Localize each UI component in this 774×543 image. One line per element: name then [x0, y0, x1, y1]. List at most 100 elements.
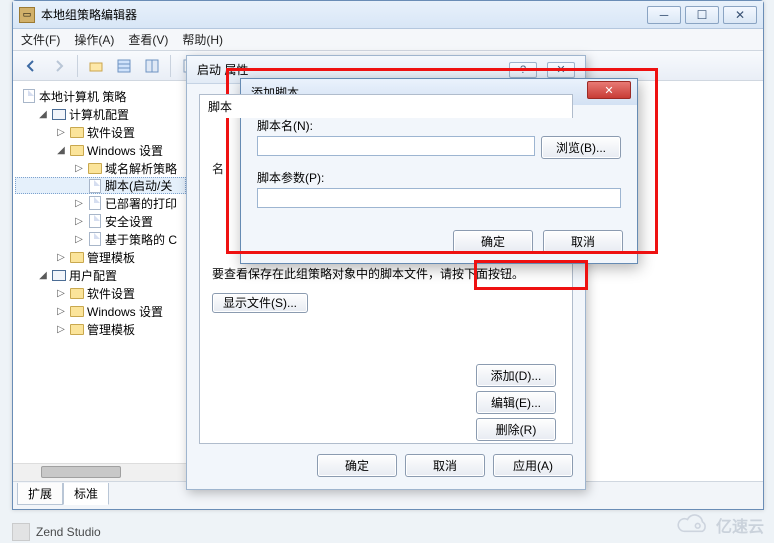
tab-extended[interactable]: 扩展	[17, 483, 63, 505]
menubar: 文件(F) 操作(A) 查看(V) 帮助(H)	[13, 29, 763, 51]
app-icon: ▭	[19, 7, 35, 23]
taskbar-label: Zend Studio	[36, 525, 101, 539]
tree-item-label: 已部署的打印	[105, 195, 177, 212]
close-button[interactable]: ✕	[723, 6, 757, 24]
properties-cancel-button[interactable]: 取消	[405, 454, 485, 477]
tree-item[interactable]: ▷ 软件设置	[15, 284, 186, 302]
context-help-button[interactable]: ?	[509, 62, 537, 78]
menu-file[interactable]: 文件(F)	[21, 31, 60, 48]
tree-item[interactable]: ◢ 用户配置	[15, 266, 186, 284]
folder-icon	[69, 286, 85, 300]
tree-horizontal-scrollbar[interactable]	[13, 463, 188, 481]
folder-up-button[interactable]	[84, 54, 108, 78]
tree-item[interactable]: 脚本(启动/关	[15, 177, 186, 194]
tree-item-label: 基于策略的 C	[105, 231, 177, 248]
tree-item[interactable]: ▷ 管理模板	[15, 320, 186, 338]
tree-item[interactable]: ▷ 基于策略的 C	[15, 230, 186, 248]
tree-item[interactable]: ▷ 域名解析策略	[15, 159, 186, 177]
minimize-button[interactable]: ─	[647, 6, 681, 24]
tree-item-label: 软件设置	[87, 124, 135, 141]
expand-icon[interactable]: ▷	[73, 234, 85, 245]
expand-icon[interactable]: ▷	[73, 163, 85, 174]
tree-item[interactable]: ◢Windows 设置	[15, 141, 186, 159]
script-name-label: 脚本名(N):	[257, 117, 621, 134]
menu-view[interactable]: 查看(V)	[128, 31, 168, 48]
script-name-input[interactable]	[257, 136, 535, 156]
watermark-text: 亿速云	[716, 513, 764, 537]
separator	[170, 55, 171, 77]
expand-icon[interactable]: ▷	[55, 324, 67, 335]
cloud-icon	[674, 514, 712, 536]
folder-icon	[69, 143, 85, 157]
pc-icon	[51, 268, 67, 282]
tree-item-label: 用户配置	[69, 267, 117, 284]
detail-button[interactable]	[140, 54, 164, 78]
doc-icon	[87, 214, 103, 228]
add-button[interactable]: 添加(D)...	[476, 364, 556, 387]
dialog-cancel-button[interactable]: 取消	[543, 230, 623, 253]
script-params-input[interactable]	[257, 188, 621, 208]
maximize-button[interactable]: ☐	[685, 6, 719, 24]
expand-icon[interactable]: ▷	[55, 306, 67, 317]
taskbar-icon	[12, 523, 30, 541]
tree-root[interactable]: 本地计算机 策略	[15, 87, 186, 105]
tree-item-label: 软件设置	[87, 285, 135, 302]
tree-item-label: 管理模板	[87, 321, 135, 338]
expand-icon[interactable]: ◢	[37, 109, 49, 120]
expand-icon[interactable]: ▷	[55, 252, 67, 263]
properties-tab-scripts[interactable]: 脚本	[199, 94, 573, 118]
properties-help-text: 要查看保存在此组策略对象中的脚本文件，请按下面按钮。	[212, 265, 560, 282]
tree-item-label: 安全设置	[105, 213, 153, 230]
expand-icon[interactable]: ▷	[55, 127, 67, 138]
expand-icon[interactable]: ▷	[73, 216, 85, 227]
list-button[interactable]	[112, 54, 136, 78]
menu-action[interactable]: 操作(A)	[74, 31, 114, 48]
list-header-name: 名	[212, 130, 232, 177]
expand-icon[interactable]: ▷	[55, 288, 67, 299]
tab-standard[interactable]: 标准	[63, 483, 109, 505]
remove-button[interactable]: 删除(R)	[476, 418, 556, 441]
show-files-button[interactable]: 显示文件(S)...	[212, 293, 308, 313]
folder-icon	[69, 125, 85, 139]
expand-icon[interactable]: ◢	[37, 270, 49, 281]
browse-button[interactable]: 浏览(B)...	[541, 136, 621, 159]
tree-item-label: 脚本(启动/关	[105, 177, 172, 194]
dialog-close-button[interactable]: ✕	[587, 81, 631, 99]
edit-button[interactable]: 编辑(E)...	[476, 391, 556, 414]
folder-icon	[69, 304, 85, 318]
expand-icon[interactable]: ▷	[73, 198, 85, 209]
tree-item-label: 域名解析策略	[105, 160, 177, 177]
script-params-label: 脚本参数(P):	[257, 169, 621, 186]
properties-ok-button[interactable]: 确定	[317, 454, 397, 477]
pc-icon	[51, 107, 67, 121]
doc-icon	[87, 196, 103, 210]
expand-icon[interactable]: ◢	[55, 145, 67, 156]
forward-button[interactable]	[47, 54, 71, 78]
back-button[interactable]	[19, 54, 43, 78]
tree-item-label: 计算机配置	[69, 106, 129, 123]
watermark: 亿速云	[674, 513, 764, 537]
separator	[77, 55, 78, 77]
properties-close-button[interactable]: ✕	[547, 62, 575, 78]
menu-help[interactable]: 帮助(H)	[182, 31, 223, 48]
tree-item[interactable]: ▷ 管理模板	[15, 248, 186, 266]
folder-icon	[69, 322, 85, 336]
tree-item[interactable]: ▷ 软件设置	[15, 123, 186, 141]
tree-item-label: Windows 设置	[87, 303, 163, 320]
tree-root-label: 本地计算机 策略	[39, 88, 126, 105]
properties-title: 启动 属性	[197, 61, 248, 78]
dialog-ok-button[interactable]: 确定	[453, 230, 533, 253]
tree-item-label: 管理模板	[87, 249, 135, 266]
properties-apply-button[interactable]: 应用(A)	[493, 454, 573, 477]
folder-icon	[69, 250, 85, 264]
policy-icon	[21, 89, 37, 103]
titlebar[interactable]: ▭ 本地组策略编辑器 ─ ☐ ✕	[13, 1, 763, 29]
folder-icon	[87, 161, 103, 175]
taskbar-item[interactable]: Zend Studio	[12, 523, 101, 541]
doc-icon	[87, 179, 103, 193]
tree-item[interactable]: ▷ 已部署的打印	[15, 194, 186, 212]
tree-item[interactable]: ▷ 安全设置	[15, 212, 186, 230]
tree-item[interactable]: ▷ Windows 设置	[15, 302, 186, 320]
tree-item[interactable]: ◢ 计算机配置	[15, 105, 186, 123]
doc-icon	[87, 232, 103, 246]
